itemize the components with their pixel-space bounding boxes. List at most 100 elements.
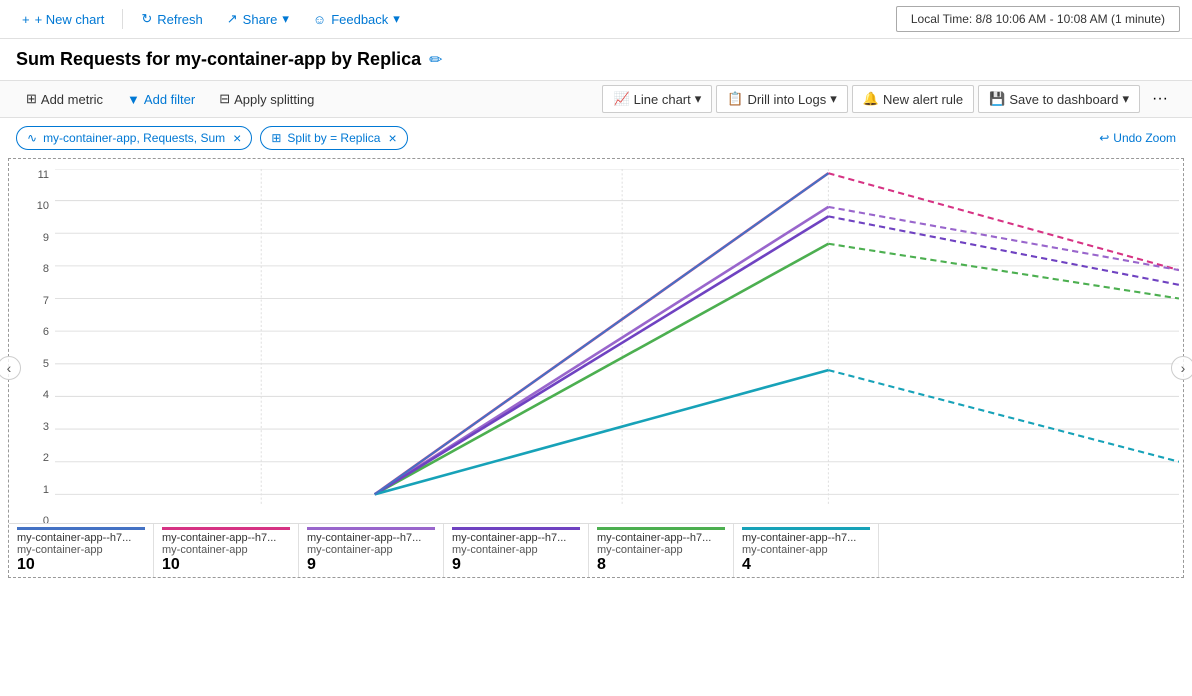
legend-value-2: 10 xyxy=(162,556,290,574)
y-label-7: 7 xyxy=(43,295,49,307)
y-axis: 0 1 2 3 4 5 6 7 8 9 10 11 xyxy=(9,169,55,527)
drill-into-logs-button[interactable]: 📋 Drill into Logs ▾ xyxy=(716,85,847,113)
legend-name-6: my-container-app--h7... xyxy=(742,532,870,544)
chevron-down-icon: ▾ xyxy=(830,91,837,107)
ellipsis-icon: ··· xyxy=(1152,90,1168,107)
legend-item-5[interactable]: my-container-app--h7... my-container-app… xyxy=(589,524,734,577)
legend-name-5: my-container-app--h7... xyxy=(597,532,725,544)
legend-sub-1: my-container-app xyxy=(17,544,145,556)
legend-item-6[interactable]: my-container-app--h7... my-container-app… xyxy=(734,524,879,577)
legend-name-1: my-container-app--h7... xyxy=(17,532,145,544)
chevron-down-icon: ▾ xyxy=(282,11,289,27)
legend-name-2: my-container-app--h7... xyxy=(162,532,290,544)
share-button[interactable]: ↗ Share ▾ xyxy=(217,6,299,32)
metric-chip[interactable]: ∿ my-container-app, Requests, Sum × xyxy=(16,126,252,150)
legend-item-3[interactable]: my-container-app--h7... my-container-app… xyxy=(299,524,444,577)
legend-value-5: 8 xyxy=(597,556,725,574)
undo-icon: ↩ xyxy=(1099,131,1109,145)
separator xyxy=(122,9,123,29)
more-options-button[interactable]: ··· xyxy=(1144,85,1176,113)
title-bar: Sum Requests for my-container-app by Rep… xyxy=(0,39,1192,80)
chevron-right-icon: › xyxy=(1181,360,1186,376)
y-label-5: 5 xyxy=(43,358,49,370)
new-alert-rule-button[interactable]: 🔔 New alert rule xyxy=(852,85,974,113)
feedback-button[interactable]: ☺ Feedback ▾ xyxy=(303,6,410,32)
y-label-6: 6 xyxy=(43,326,49,338)
legend-color-1 xyxy=(17,527,145,530)
logs-icon: 📋 xyxy=(727,91,743,107)
time-range-button[interactable]: Local Time: 8/8 10:06 AM - 10:08 AM (1 m… xyxy=(896,6,1180,32)
save-dashboard-label: Save to dashboard xyxy=(1009,92,1118,107)
share-icon: ↗ xyxy=(227,11,238,27)
feedback-icon: ☺ xyxy=(313,12,326,27)
chevron-down-icon: ▾ xyxy=(695,91,702,107)
line-chart-icon: 📈 xyxy=(613,91,629,107)
drill-logs-label: Drill into Logs xyxy=(747,92,826,107)
refresh-icon: ↻ xyxy=(141,11,152,27)
legend-color-6 xyxy=(742,527,870,530)
metric-chip-icon: ∿ xyxy=(27,131,37,145)
legend-item-2[interactable]: my-container-app--h7... my-container-app… xyxy=(154,524,299,577)
split-chip-close[interactable]: × xyxy=(388,131,396,145)
time-range-label: Local Time: 8/8 10:06 AM - 10:08 AM (1 m… xyxy=(911,12,1165,26)
save-icon: 💾 xyxy=(989,91,1005,107)
line-chart-button[interactable]: 📈 Line chart ▾ xyxy=(602,85,712,113)
y-label-3: 3 xyxy=(43,421,49,433)
new-chart-button[interactable]: + + New chart xyxy=(12,7,114,32)
metric-chip-close[interactable]: × xyxy=(233,131,241,145)
legend-value-6: 4 xyxy=(742,556,870,574)
undo-zoom-button[interactable]: ↩ Undo Zoom xyxy=(1099,131,1176,145)
legend-sub-2: my-container-app xyxy=(162,544,290,556)
split-icon: ⊟ xyxy=(219,91,230,107)
nav-right-button[interactable]: › xyxy=(1171,356,1192,380)
legend-sub-6: my-container-app xyxy=(742,544,870,556)
chevron-left-icon: ‹ xyxy=(7,360,12,376)
add-filter-button[interactable]: ▼ Add filter xyxy=(117,87,205,112)
top-toolbar: + + New chart ↻ Refresh ↗ Share ▾ ☺ Feed… xyxy=(0,0,1192,39)
undo-zoom-label: Undo Zoom xyxy=(1113,131,1176,145)
legend-name-3: my-container-app--h7... xyxy=(307,532,435,544)
filter-bar: ∿ my-container-app, Requests, Sum × ⊞ Sp… xyxy=(0,118,1192,158)
legend-color-2 xyxy=(162,527,290,530)
share-label: Share xyxy=(243,12,278,27)
page-title: Sum Requests for my-container-app by Rep… xyxy=(16,49,421,70)
legend-color-5 xyxy=(597,527,725,530)
refresh-button[interactable]: ↻ Refresh xyxy=(131,6,212,32)
legend-item-1[interactable]: my-container-app--h7... my-container-app… xyxy=(9,524,154,577)
refresh-label: Refresh xyxy=(157,12,203,27)
y-label-9: 9 xyxy=(43,232,49,244)
legend-name-4: my-container-app--h7... xyxy=(452,532,580,544)
filter-icon: ▼ xyxy=(127,92,140,107)
y-label-8: 8 xyxy=(43,263,49,275)
alert-icon: 🔔 xyxy=(863,91,879,107)
chart-container: ‹ › 0 1 2 3 4 5 6 7 8 9 10 11 xyxy=(8,158,1184,578)
new-alert-label: New alert rule xyxy=(883,92,963,107)
split-chip[interactable]: ⊞ Split by = Replica × xyxy=(260,126,407,150)
action-bar-right: 📈 Line chart ▾ 📋 Drill into Logs ▾ 🔔 New… xyxy=(602,85,1176,113)
chevron-down-icon: ▾ xyxy=(1122,91,1129,107)
y-label-10: 10 xyxy=(37,200,49,212)
add-metric-label: Add metric xyxy=(41,92,103,107)
apply-splitting-button[interactable]: ⊟ Apply splitting xyxy=(209,86,324,112)
y-label-11: 11 xyxy=(38,169,49,181)
grid-icon: ⊞ xyxy=(26,91,37,107)
y-label-2: 2 xyxy=(43,452,49,464)
chart-svg xyxy=(55,169,1179,527)
legend-value-1: 10 xyxy=(17,556,145,574)
legend-bar: my-container-app--h7... my-container-app… xyxy=(9,523,1183,577)
legend-sub-4: my-container-app xyxy=(452,544,580,556)
metric-chip-label: my-container-app, Requests, Sum xyxy=(43,131,225,145)
save-to-dashboard-button[interactable]: 💾 Save to dashboard ▾ xyxy=(978,85,1140,113)
legend-color-4 xyxy=(452,527,580,530)
edit-icon[interactable]: ✏ xyxy=(429,50,442,70)
legend-item-4[interactable]: my-container-app--h7... my-container-app… xyxy=(444,524,589,577)
chevron-down-icon: ▾ xyxy=(393,11,400,27)
split-chip-icon: ⊞ xyxy=(271,131,281,145)
add-metric-button[interactable]: ⊞ Add metric xyxy=(16,86,113,112)
action-toolbar: ⊞ Add metric ▼ Add filter ⊟ Apply splitt… xyxy=(0,80,1192,118)
split-chip-label: Split by = Replica xyxy=(287,131,380,145)
line-chart-label: Line chart xyxy=(634,92,691,107)
legend-value-4: 9 xyxy=(452,556,580,574)
legend-value-3: 9 xyxy=(307,556,435,574)
plus-icon: + xyxy=(22,12,30,27)
